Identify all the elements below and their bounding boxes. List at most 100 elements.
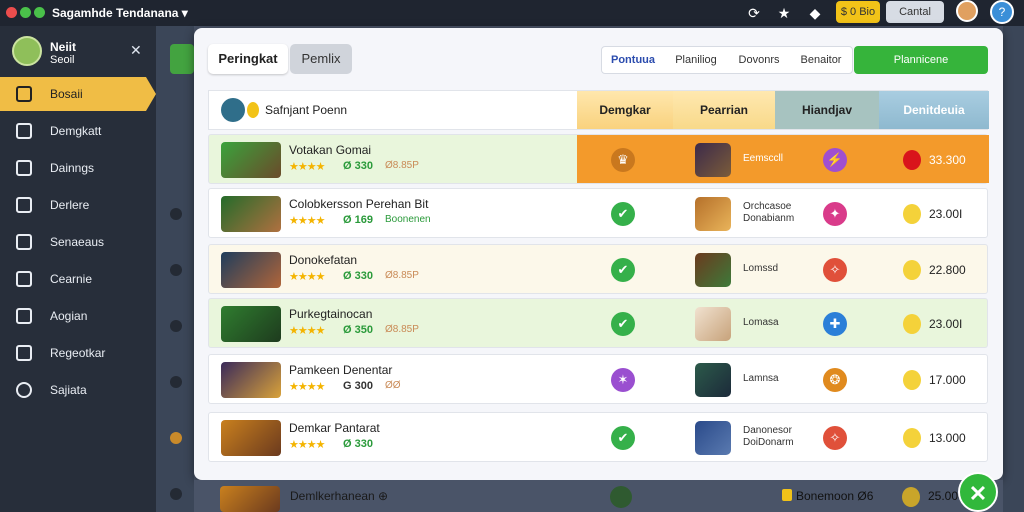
filter-dovonrs[interactable]: Dovonrs <box>728 47 790 73</box>
background-icon <box>170 208 182 220</box>
game-title: Colobkersson Perehan Bit <box>289 197 429 211</box>
player-score: 23.00I <box>929 207 963 221</box>
help-icon[interactable]: ? <box>990 0 1014 24</box>
game-controller-icon[interactable]: ◆ <box>805 3 825 23</box>
background-icon <box>170 376 182 388</box>
check-icon: ✔ <box>611 202 635 226</box>
search-field[interactable]: Safnjant Poenn <box>209 91 577 129</box>
column-header-pearrian[interactable]: Pearrian <box>673 91 775 129</box>
player-avatar <box>695 363 731 397</box>
sidebar-item-demgkatt[interactable]: Demgkatt <box>0 114 156 148</box>
table-row[interactable]: Demkar Pantarat ★★★★ Ø 330 ✔ Danonesor D… <box>208 412 988 462</box>
background-icon <box>170 488 182 500</box>
table-row[interactable]: Donokefatan ★★★★ Ø 330 Ø8.85P ✔ Lomssd ✧… <box>208 244 988 294</box>
coin-icon <box>782 489 792 501</box>
book-icon <box>16 197 32 213</box>
game-thumbnail <box>220 486 280 512</box>
sidebar-user: Neiit Seoil ✕ <box>0 26 156 76</box>
user-avatar[interactable] <box>956 0 978 22</box>
filter-benaitor[interactable]: Benaitor <box>790 47 852 73</box>
coin-balance-pill[interactable]: $ 0 Bio <box>836 1 880 23</box>
users-icon <box>16 160 32 176</box>
table-row[interactable]: Purkegtainocan ★★★★ Ø 350 Ø8.85P ✔ Lomas… <box>208 298 988 348</box>
player-name: Lamnsa <box>743 373 779 384</box>
column-header-hiandjav[interactable]: Hiandjav <box>775 91 879 129</box>
game-thumbnail <box>221 306 281 342</box>
status-icon: ♛ <box>611 148 635 172</box>
column-header-denitdeuia[interactable]: Denitdeuia <box>879 91 989 129</box>
sidebar-item-regeotkar[interactable]: Regeotkar <box>0 336 156 370</box>
sidebar-avatar[interactable] <box>12 36 42 66</box>
app-title-dropdown[interactable]: Sagamhde Tendanana ▾ <box>52 6 188 20</box>
plannicene-button[interactable]: Plannicene <box>854 46 988 74</box>
filter-planiliog[interactable]: Planiliog <box>664 47 728 73</box>
check-icon: ✔ <box>611 258 635 282</box>
tab-pemlix[interactable]: Pemlix <box>290 44 352 74</box>
sidebar-item-dainngs[interactable]: Dainngs <box>0 151 156 185</box>
sidebar-user-name: Neiit <box>50 40 77 54</box>
check-icon: ✔ <box>611 312 635 336</box>
player-score: 33.300 <box>929 153 966 167</box>
coin-icon <box>903 150 921 170</box>
game-subinfo: Ø8.85P <box>385 160 419 171</box>
sidebar-item-label: Senaeaus <box>50 235 105 249</box>
sidebar-item-label: Dainngs <box>50 161 95 175</box>
game-thumbnail <box>221 362 281 398</box>
coin-icon <box>903 370 921 390</box>
game-subinfo: Ø8.85P <box>385 270 419 281</box>
game-title: Pamkeen Denentar <box>289 363 393 377</box>
sidebar-item-senaeaus[interactable]: Senaeaus <box>0 225 156 259</box>
peek-label: Bonemoon Ø6 <box>796 489 874 503</box>
sidebar-item-sajiata[interactable]: Sajiata <box>0 373 156 407</box>
player-name: Lomssd <box>743 263 779 274</box>
game-price: G 300 <box>343 380 373 392</box>
badge-icon: ✧ <box>823 258 847 282</box>
game-thumbnail <box>221 252 281 288</box>
background-panel <box>156 26 194 512</box>
close-sidebar-icon[interactable]: ✕ <box>130 42 142 59</box>
player-avatar <box>695 307 731 341</box>
sidebar-item-aogian[interactable]: Aogian <box>0 299 156 333</box>
rating-stars: ★★★★ <box>289 381 325 393</box>
game-thumbnail <box>221 196 281 232</box>
background-icon <box>170 264 182 276</box>
list-icon <box>16 271 32 287</box>
badge-icon: ✦ <box>823 202 847 226</box>
badge-icon: ❂ <box>823 368 847 392</box>
title-bar: Sagamhde Tendanana ▾ ⟳ ★ ◆ $ 0 Bio Canta… <box>0 0 1024 26</box>
sidebar-item-label: Bosaii <box>50 87 83 101</box>
sidebar-item-label: Cearnie <box>50 272 93 286</box>
table-row[interactable]: Pamkeen Denentar ★★★★ G 300 ØØ ✶ Lamnsa … <box>208 354 988 404</box>
filter-pontuua[interactable]: Pontuua <box>602 47 664 73</box>
star-icon[interactable]: ★ <box>774 3 794 23</box>
sidebar-user-sub: Seoil <box>50 54 75 66</box>
settings-icon <box>16 382 32 398</box>
game-thumbnail <box>221 420 281 456</box>
home-icon <box>16 86 32 102</box>
rating-stars: ★★★★ <box>289 161 325 173</box>
game-subinfo: ØØ <box>385 380 401 391</box>
maximize-window-dot[interactable] <box>34 7 45 18</box>
coin-icon <box>903 260 921 280</box>
tab-peringkat[interactable]: Peringkat <box>208 44 288 74</box>
sidebar-item-label: Derlere <box>50 198 90 212</box>
game-price: Ø 330 <box>343 160 373 172</box>
game-price: Ø 330 <box>343 270 373 282</box>
player-score: 22.800 <box>929 263 966 277</box>
table-row[interactable]: Votakan Gomai ★★★★ Ø 330 Ø8.85P ♛ Eemscc… <box>208 134 989 184</box>
column-header-demgkar[interactable]: Demgkar <box>577 91 673 129</box>
close-button[interactable]: ✕ <box>958 472 998 512</box>
cancel-button[interactable]: Cantal <box>886 1 944 23</box>
filter-group: Pontuua Planiliog Dovonrs Benaitor <box>601 46 853 74</box>
table-row[interactable]: Colobkersson Perehan Bit ★★★★ Ø 169 Boon… <box>208 188 988 238</box>
leaf-icon <box>16 234 32 250</box>
sidebar-item-derlere[interactable]: Derlere <box>0 188 156 222</box>
sidebar-item-bosaii[interactable]: Bosaii <box>0 77 156 111</box>
refresh-icon[interactable]: ⟳ <box>744 3 764 23</box>
player-name: Danonesor DoiDonarm <box>743 425 794 448</box>
player-avatar <box>695 253 731 287</box>
close-window-dot[interactable] <box>6 7 17 18</box>
sidebar-item-cearnie[interactable]: Cearnie <box>0 262 156 296</box>
minimize-window-dot[interactable] <box>20 7 31 18</box>
game-price: Ø 350 <box>343 324 373 336</box>
